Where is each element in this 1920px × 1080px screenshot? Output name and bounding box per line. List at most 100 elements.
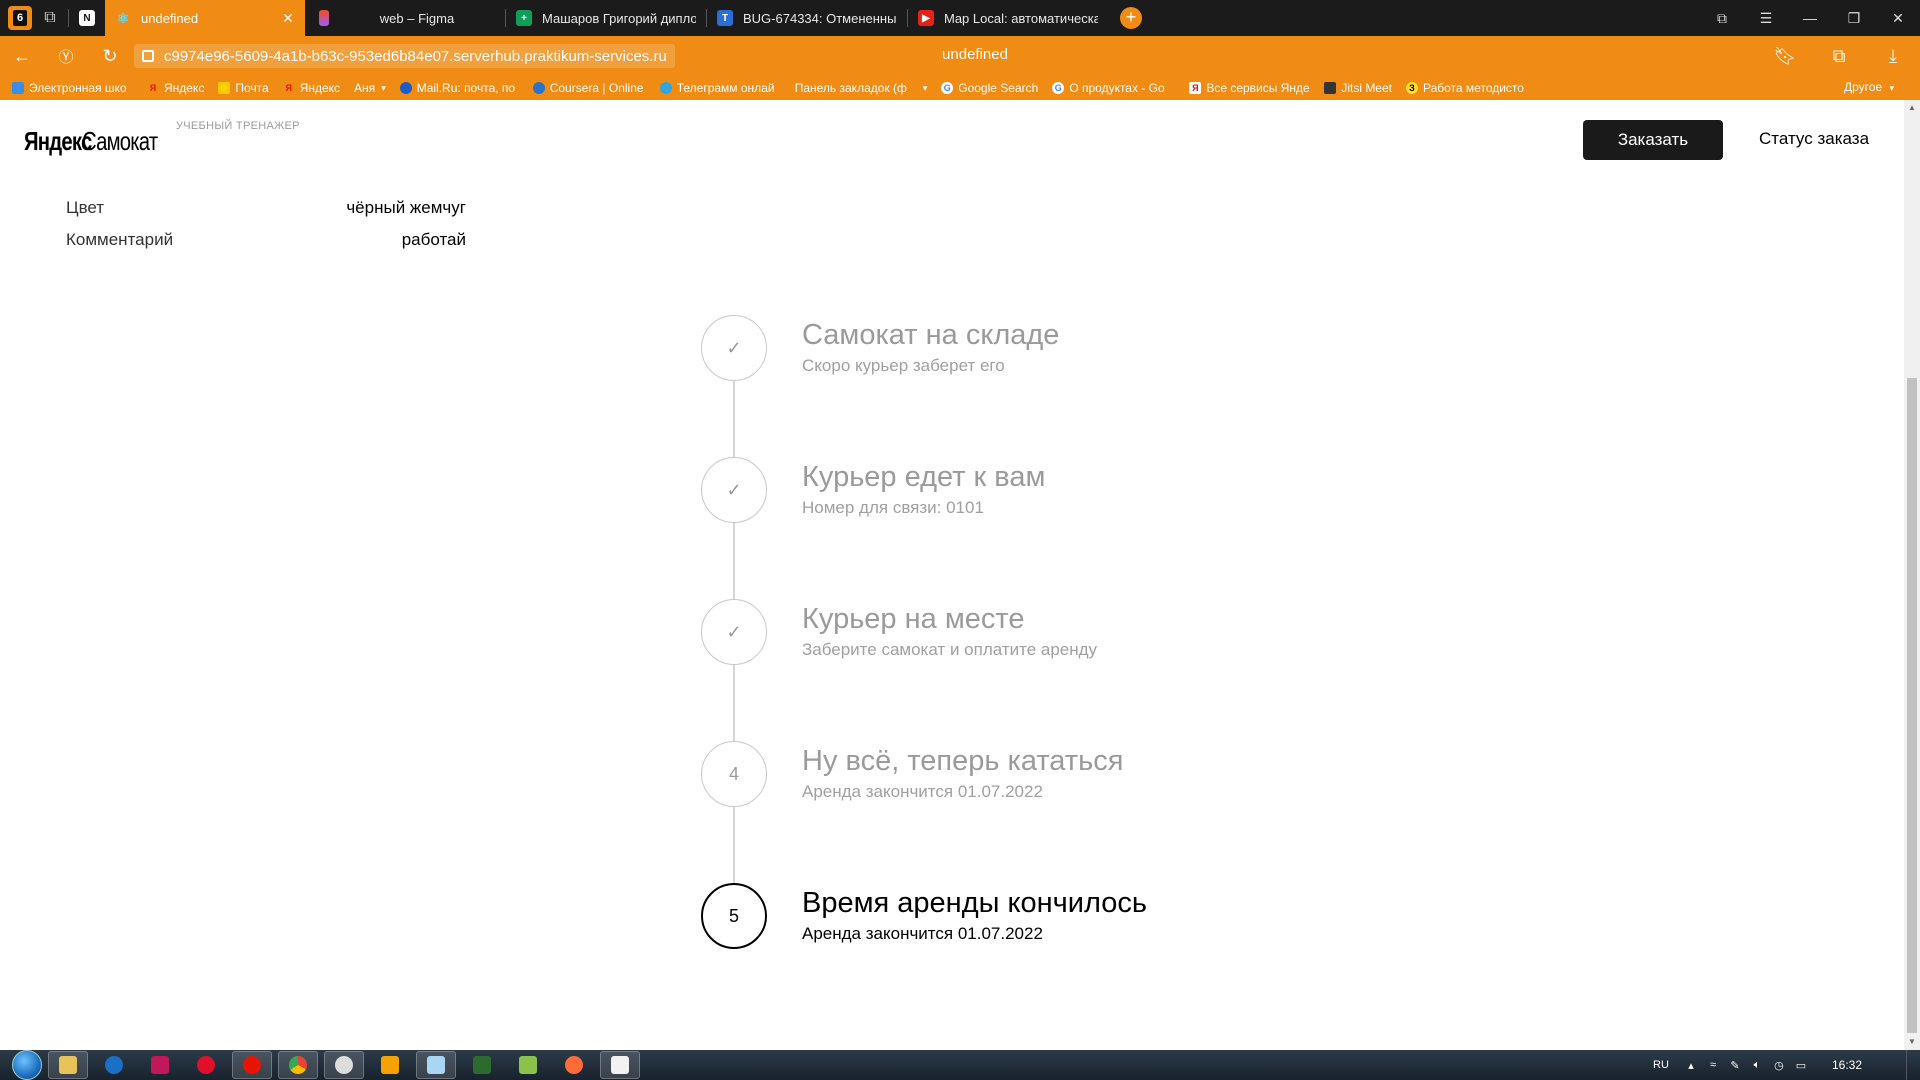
bookmark-icon[interactable]: 🔖︎ — [1758, 36, 1812, 76]
youtube-icon: ▶ — [918, 10, 934, 26]
timeline-step-riding: 4 Ну всё, теперь кататься Аренда закончи… — [701, 741, 1301, 807]
step-description: Аренда закончится 01.07.2022 — [802, 782, 1043, 801]
menu-icon[interactable]: ☰ — [1744, 0, 1788, 36]
tab-active[interactable]: ⚛ undefined ✕ — [105, 0, 305, 36]
scroll-down-icon[interactable]: ▼ — [1904, 1034, 1920, 1050]
taskbar-explorer[interactable] — [48, 1051, 88, 1079]
taskbar-postman[interactable] — [554, 1051, 594, 1079]
language-indicator[interactable]: RU — [1650, 1059, 1672, 1071]
bookmark-item[interactable]: Mail.Ru: почта, по — [399, 81, 519, 95]
address-bar: ← Ⓨ ↻ c9974e96-5609-4a1b-b63c-953ed6b84e… — [0, 36, 1920, 76]
restore-icon[interactable]: ❐ — [1832, 0, 1876, 36]
bookmark-item[interactable]: Я Все сервисы Янде — [1189, 81, 1310, 95]
taskbar-charles[interactable] — [324, 1051, 364, 1079]
scroll-up-icon[interactable]: ▲ — [1904, 100, 1920, 116]
tab-tracker[interactable]: T BUG-674334: Отмененный — [707, 0, 907, 36]
reload-icon[interactable]: ↻ — [88, 36, 132, 76]
bookmark-folder[interactable]: Аня ▾ — [354, 81, 386, 95]
step-circle: ✓ — [701, 315, 767, 381]
bookmark-folder[interactable]: Панель закладок (ф ▾ — [795, 81, 928, 95]
taskbar-chat[interactable] — [600, 1051, 640, 1079]
yandex-icon: Я — [1189, 82, 1202, 94]
taskbar-outlook[interactable] — [94, 1051, 134, 1079]
bookmark-item[interactable]: Jitsi Meet — [1324, 81, 1392, 95]
show-desktop-button[interactable] — [1906, 1050, 1920, 1080]
taskbar-editor[interactable] — [508, 1051, 548, 1079]
bookmarks-other-menu[interactable]: Другое ▾ — [1844, 80, 1894, 94]
page-scrollbar[interactable]: ▲ ▼ — [1904, 100, 1920, 1050]
minimize-icon[interactable]: — — [1788, 0, 1832, 36]
logo-yandex: Яндекс — [24, 126, 92, 156]
chat-icon — [611, 1056, 629, 1074]
react-icon: ⚛ — [116, 9, 130, 26]
timeline-step-warehouse: ✓ Самокат на складе Скоро курьер заберет… — [701, 315, 1301, 381]
bookmark-item[interactable]: G Google Search — [941, 81, 1038, 95]
taskbar-terminal[interactable] — [462, 1051, 502, 1079]
download-icon[interactable]: ⤓ — [1866, 36, 1920, 76]
yandex-home-icon[interactable]: Ⓨ — [44, 36, 88, 76]
new-tab-group-icon[interactable]: ⧉ — [32, 0, 68, 36]
bookmark-item[interactable]: G О продуктах - Go — [1052, 81, 1175, 95]
taskbar-yandex-browser[interactable] — [232, 1051, 272, 1079]
order-button[interactable]: Заказать — [1583, 120, 1723, 160]
tab-youtube[interactable]: ▶ Map Local: автоматическа — [908, 0, 1108, 36]
editor-icon — [519, 1056, 537, 1074]
bookmark-item[interactable]: Телеграмм онлай — [659, 81, 781, 95]
bookmark-label: Телеграмм онлай — [676, 81, 775, 95]
bookmark-item[interactable]: З Работа методисто — [1406, 81, 1529, 95]
tab-counter-button[interactable]: 6 — [8, 6, 32, 30]
bookmark-item[interactable]: Coursera | Online — [532, 81, 646, 95]
collections-icon[interactable]: ⧉ — [1812, 36, 1866, 76]
back-arrow-icon[interactable]: ← — [0, 36, 44, 76]
coursera-icon — [532, 82, 545, 94]
logo-samokat: Самокат — [82, 126, 158, 156]
tracker-icon: T — [717, 10, 733, 26]
chevron-down-icon: ▾ — [381, 82, 386, 93]
tab-title: undefined — [141, 10, 199, 26]
taskbar-media-player[interactable] — [370, 1051, 410, 1079]
new-tab-button[interactable]: + — [1120, 7, 1142, 29]
order-status-button[interactable]: Статус заказа — [1759, 129, 1869, 149]
checkmark-icon: ✓ — [726, 337, 742, 358]
charles-icon — [335, 1056, 353, 1074]
step-circle: ✓ — [701, 599, 767, 665]
bookmark-item[interactable]: Почта — [218, 81, 269, 95]
start-button[interactable] — [12, 1050, 42, 1080]
scrollbar-thumb[interactable] — [1907, 378, 1917, 1033]
pen-icon[interactable]: ✎ — [1724, 1059, 1746, 1072]
mail-icon — [218, 82, 231, 94]
volume-icon[interactable]: 🔈︎ — [1746, 1059, 1768, 1072]
taskbar-opera[interactable] — [186, 1051, 226, 1079]
lock-icon[interactable] — [142, 50, 154, 62]
detail-row-color: Цвет чёрный жемчуг — [66, 198, 466, 230]
tab-close-icon[interactable]: ✕ — [281, 10, 295, 27]
clock-icon[interactable]: ◷ — [1768, 1059, 1790, 1072]
step-circle: ✓ — [701, 457, 767, 523]
address-bar-actions: 🔖︎ ⧉ ⤓ — [1758, 36, 1920, 76]
network-icon[interactable]: ≈ — [1702, 1059, 1724, 1071]
tabs-panel-icon[interactable]: ⧉ — [1700, 0, 1744, 36]
media-player-icon — [381, 1056, 399, 1074]
bookmark-item[interactable]: Я Яндекс — [283, 81, 340, 95]
show-hidden-icons-icon[interactable]: ▴ — [1680, 1059, 1702, 1072]
bookmark-label: Работа методисто — [1423, 81, 1524, 95]
folder-icon — [59, 1056, 77, 1074]
action-center-icon[interactable]: ▭ — [1790, 1059, 1812, 1072]
tab-figma[interactable]: web – Figma — [305, 0, 505, 36]
bookmark-item[interactable]: Я Яндекс — [147, 81, 205, 95]
url-field[interactable]: c9974e96-5609-4a1b-b63c-953ed6b84e07.ser… — [134, 44, 675, 68]
taskbar-chrome[interactable] — [278, 1051, 318, 1079]
step-description: Номер для связи: 0101 — [802, 498, 984, 517]
taskbar-notepad[interactable] — [416, 1051, 456, 1079]
taskbar-clock[interactable]: 16:32 — [1832, 1058, 1862, 1072]
tab-pinned-notion[interactable]: N — [69, 0, 105, 36]
jitsi-icon — [1324, 82, 1337, 94]
close-window-icon[interactable]: ✕ — [1876, 0, 1920, 36]
taskbar-app[interactable] — [140, 1051, 180, 1079]
yandex-icon: Я — [285, 83, 292, 93]
bookmark-item[interactable]: Электронная шко — [12, 81, 133, 95]
logo[interactable]: Яндекс Самокат — [24, 126, 166, 157]
tab-sheets[interactable]: + Машаров Григорий дипло — [506, 0, 706, 36]
telegram-icon — [659, 82, 672, 94]
windows-taskbar: RU ▴ ≈ ✎ 🔈︎ ◷ ▭ 16:32 — [0, 1050, 1920, 1080]
